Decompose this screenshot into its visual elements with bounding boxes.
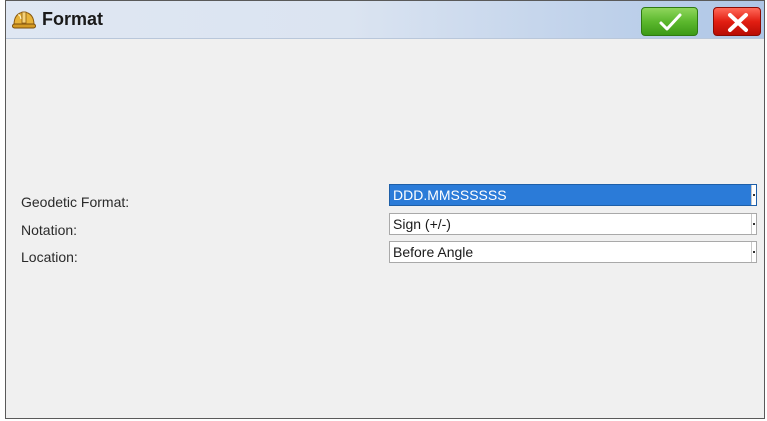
ok-button[interactable] (641, 7, 698, 36)
dropdown-arrow-icon[interactable] (751, 242, 756, 262)
geodetic-format-label: Geodetic Format: (21, 194, 130, 210)
cancel-button[interactable] (713, 7, 761, 36)
window-title: Format (42, 9, 104, 29)
geodetic-format-value: DDD.MMSSSSSS (393, 187, 507, 203)
checkmark-icon (659, 13, 682, 31)
location-dropdown[interactable]: Before Angle (389, 241, 757, 263)
notation-label: Notation: (21, 222, 78, 238)
title-bar: Format (6, 1, 764, 39)
dropdown-arrow-icon[interactable] (751, 214, 756, 234)
dropdown-arrow-icon[interactable] (751, 185, 756, 205)
location-value: Before Angle (393, 244, 474, 260)
format-dialog: Format Geodetic Format: DDD.MMSSSSSS Not… (5, 0, 765, 419)
geodetic-format-dropdown[interactable]: DDD.MMSSSSSS (389, 184, 757, 206)
hard-hat-icon (12, 9, 36, 31)
close-icon (728, 13, 748, 32)
notation-value: Sign (+/-) (393, 216, 451, 232)
notation-dropdown[interactable]: Sign (+/-) (389, 213, 757, 235)
location-label: Location: (21, 249, 78, 265)
